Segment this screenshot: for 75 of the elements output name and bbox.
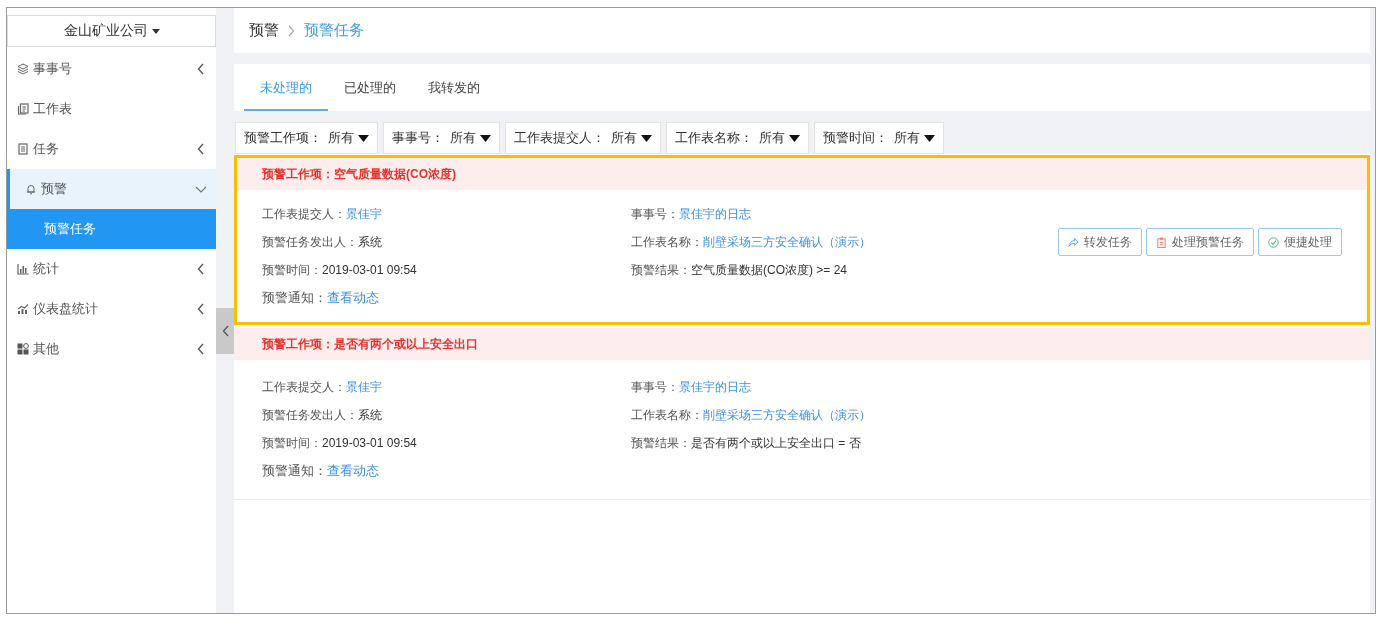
field-link[interactable]: 景佳宇的日志 xyxy=(679,206,751,221)
view-activity-link[interactable]: 查看动态 xyxy=(327,463,379,478)
chevron-left-icon xyxy=(197,343,204,355)
field-value: 空气质量数据(CO浓度) >= 24 xyxy=(691,262,848,277)
caret-icon xyxy=(480,134,491,142)
breadcrumb-item[interactable]: 预警 xyxy=(249,21,279,40)
field-label: 预警时间： xyxy=(262,435,322,450)
field-value: 是否有两个或以上安全出口 = 否 xyxy=(691,435,861,450)
caret-icon xyxy=(789,134,800,142)
filter-dropdown[interactable]: 工作表提交人： 所有 xyxy=(505,122,661,154)
field-label: 预警任务发出人： xyxy=(262,234,358,249)
company-dropdown[interactable]: 金山矿业公司 xyxy=(7,15,216,47)
chevron-left-icon xyxy=(197,63,204,75)
action-button[interactable]: 便捷处理 xyxy=(1258,228,1342,256)
field-link[interactable]: 景佳宇 xyxy=(346,206,382,221)
copy-icon xyxy=(17,103,29,115)
field-label: 工作表名称： xyxy=(631,407,703,422)
chevron-left-icon xyxy=(197,303,204,315)
menu-item[interactable]: 统计 xyxy=(7,249,216,289)
field-value: 2019-03-01 09:54 xyxy=(322,435,417,450)
layers-icon xyxy=(17,63,29,75)
field-label: 预警时间： xyxy=(262,262,322,277)
field-link[interactable]: 削壁采场三方安全确认（演示） xyxy=(703,407,871,422)
field-label: 事事号： xyxy=(631,379,679,394)
share-arrow-icon xyxy=(1068,236,1079,248)
field-value: 系统 xyxy=(358,234,382,249)
chart-icon xyxy=(17,303,29,315)
view-activity-link[interactable]: 查看动态 xyxy=(327,290,379,305)
caret-icon xyxy=(358,134,369,142)
chevron-right-icon xyxy=(288,24,295,37)
apps-icon xyxy=(17,343,29,355)
menu-item[interactable]: 任务 xyxy=(7,129,216,169)
filter-dropdown[interactable]: 预警工作项： 所有 xyxy=(235,122,378,154)
action-button[interactable]: 处理预警任务 xyxy=(1146,228,1254,256)
chevron-down-icon xyxy=(195,185,207,193)
menu-item[interactable]: 工作表 xyxy=(7,89,216,129)
field-label: 预警任务发出人： xyxy=(262,407,358,422)
bell-icon xyxy=(25,183,37,195)
tab[interactable]: 已处理的 xyxy=(328,64,412,111)
filter-dropdown[interactable]: 事事号： 所有 xyxy=(383,122,500,154)
field-link[interactable]: 削壁采场三方安全确认（演示） xyxy=(703,234,871,249)
alert-title: 预警工作项：是否有两个或以上安全出口 xyxy=(234,328,1370,360)
field-label: 预警结果： xyxy=(631,435,691,450)
filter-dropdown[interactable]: 工作表名称： 所有 xyxy=(666,122,809,154)
clipboard-icon xyxy=(1156,236,1167,248)
check-circle-icon xyxy=(1268,236,1279,248)
field-value: 系统 xyxy=(358,407,382,422)
field-label: 预警结果： xyxy=(631,262,691,277)
breadcrumb-item: 预警任务 xyxy=(304,21,364,40)
notice-label: 预警通知： xyxy=(262,290,327,305)
menu-item[interactable]: 事事号 xyxy=(7,49,216,89)
field-label: 事事号： xyxy=(631,206,679,221)
field-link[interactable]: 景佳宇的日志 xyxy=(679,379,751,394)
caret-icon xyxy=(151,28,160,34)
field-label: 工作表提交人： xyxy=(262,379,346,394)
caret-icon xyxy=(641,134,652,142)
field-label: 工作表提交人： xyxy=(262,206,346,221)
field-value: 2019-03-01 09:54 xyxy=(322,262,417,277)
menu-item[interactable]: 其他 xyxy=(7,329,216,369)
chevron-left-icon xyxy=(221,325,229,337)
notice-label: 预警通知： xyxy=(262,463,327,478)
menu-item[interactable]: 预警 xyxy=(7,169,216,209)
document-icon xyxy=(17,143,29,155)
alert-title: 预警工作项：空气质量数据(CO浓度) xyxy=(237,158,1367,190)
menu-item[interactable]: 仪表盘统计 xyxy=(7,289,216,329)
field-label: 工作表名称： xyxy=(631,234,703,249)
tab[interactable]: 我转发的 xyxy=(412,64,496,111)
bar-chart-icon xyxy=(17,263,29,275)
field-link[interactable]: 景佳宇 xyxy=(346,379,382,394)
chevron-left-icon xyxy=(197,143,204,155)
collapse-toggle[interactable] xyxy=(216,308,234,354)
action-button[interactable]: 转发任务 xyxy=(1058,228,1142,256)
chevron-left-icon xyxy=(197,263,204,275)
filter-dropdown[interactable]: 预警时间： 所有 xyxy=(814,122,944,154)
caret-icon xyxy=(924,134,935,142)
